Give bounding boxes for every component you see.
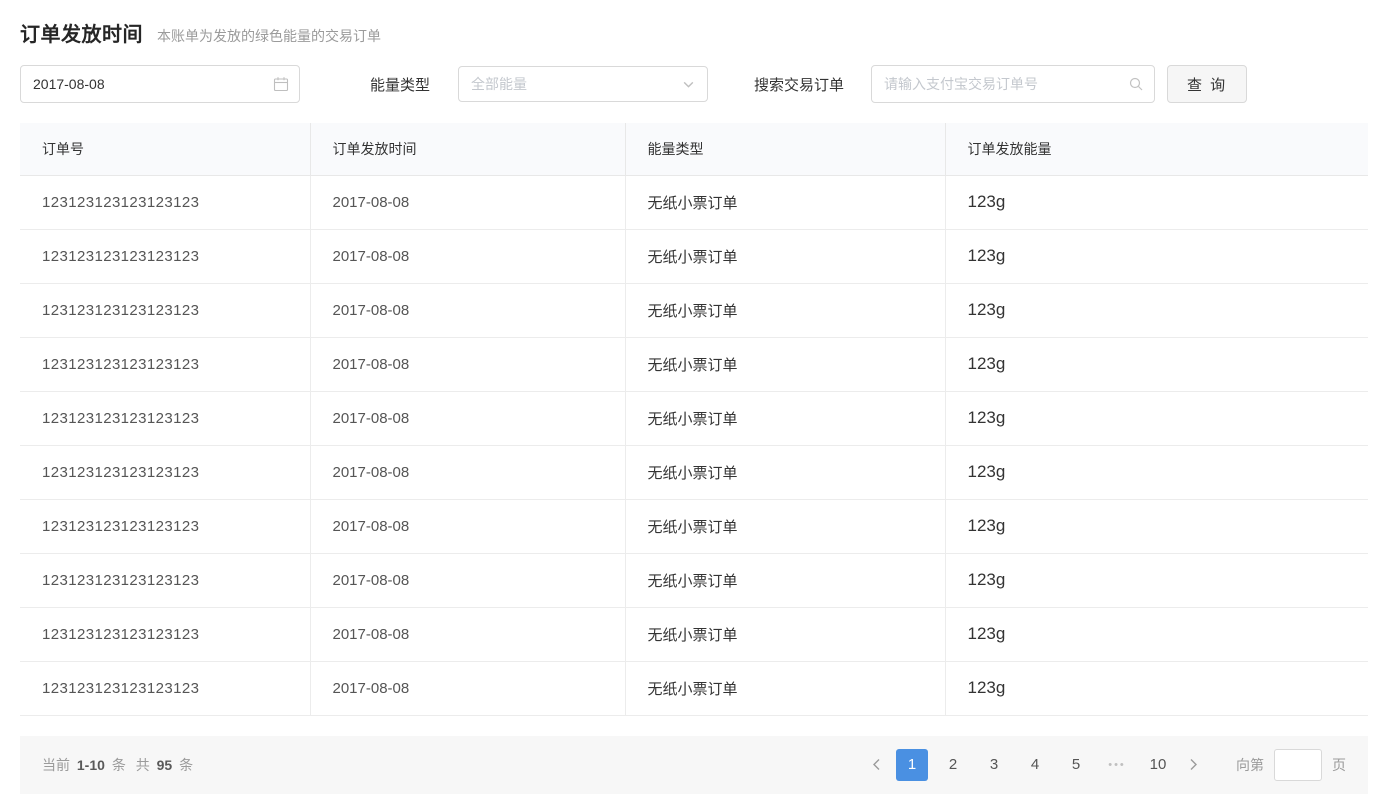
column-header-energy-amount: 订单发放能量 (945, 123, 1368, 176)
cell-order-no: 123123123123123123 (20, 607, 311, 662)
summary-total: 95 (156, 756, 173, 773)
cell-energy-amount: 123g (945, 661, 1368, 716)
cell-order-no: 123123123123123123 (20, 283, 311, 338)
cell-energy-type: 无纸小票订单 (625, 229, 946, 284)
search-label: 搜索交易订单 (754, 76, 845, 94)
cell-issue-time: 2017-08-08 (310, 607, 626, 662)
cell-order-no: 123123123123123123 (20, 175, 311, 230)
cell-order-no: 123123123123123123 (20, 229, 311, 284)
pagination-bar: 当前 1-10 条 共 95 条 1 2 3 4 5 ••• 10 向第 页 (20, 735, 1368, 794)
page-container: 订单发放时间 本账单为发放的绿色能量的交易订单 能量类型 全部能量 (0, 0, 1388, 794)
cell-energy-amount: 123g (945, 337, 1368, 392)
search-field[interactable] (871, 65, 1156, 103)
cell-energy-amount: 123g (945, 391, 1368, 446)
page-header: 订单发放时间 本账单为发放的绿色能量的交易订单 (20, 16, 1368, 65)
cell-issue-time: 2017-08-08 (310, 553, 626, 608)
summary-range: 1-10 (76, 756, 105, 773)
prev-page-icon[interactable] (864, 749, 890, 781)
page-subtitle: 本账单为发放的绿色能量的交易订单 (157, 28, 381, 44)
date-picker[interactable] (20, 65, 300, 103)
cell-order-no: 123123123123123123 (20, 661, 311, 716)
cell-issue-time: 2017-08-08 (310, 499, 626, 554)
cell-energy-type: 无纸小票订单 (625, 499, 946, 554)
cell-order-no: 123123123123123123 (20, 445, 311, 500)
table-row: 123123123123123123 2017-08-08 无纸小票订单 123g (20, 445, 1368, 500)
cell-order-no: 123123123123123123 (20, 499, 311, 554)
cell-issue-time: 2017-08-08 (310, 661, 626, 716)
energy-type-selected-value: 全部能量 (471, 76, 528, 92)
summary-prefix: 当前 (42, 756, 70, 773)
cell-energy-amount: 123g (945, 445, 1368, 500)
column-header-issue-time: 订单发放时间 (310, 123, 626, 176)
cell-energy-type: 无纸小票订单 (625, 337, 946, 392)
pagination-pages: 1 2 3 4 5 ••• 10 (896, 748, 1174, 781)
cell-issue-time: 2017-08-08 (310, 175, 626, 230)
pager: 1 2 3 4 5 ••• 10 向第 页 (858, 748, 1346, 781)
summary-total-unit: 条 (179, 756, 194, 773)
cell-energy-amount: 123g (945, 283, 1368, 338)
cell-issue-time: 2017-08-08 (310, 337, 626, 392)
query-button[interactable]: 查 询 (1167, 65, 1248, 103)
orders-table: 订单号 订单发放时间 能量类型 订单发放能量 12312312312312312… (20, 123, 1368, 716)
search-icon (1128, 76, 1144, 92)
table-row: 123123123123123123 2017-08-08 无纸小票订单 123g (20, 229, 1368, 284)
table-row: 123123123123123123 2017-08-08 无纸小票订单 123g (20, 175, 1368, 230)
next-page-icon[interactable] (1180, 749, 1206, 781)
cell-issue-time: 2017-08-08 (310, 445, 626, 500)
cell-issue-time: 2017-08-08 (310, 391, 626, 446)
pagination-page-10[interactable]: 10 (1142, 749, 1174, 781)
cell-energy-type: 无纸小票订单 (625, 607, 946, 662)
cell-energy-amount: 123g (945, 175, 1368, 230)
cell-order-no: 123123123123123123 (20, 553, 311, 608)
chevron-down-icon (682, 78, 695, 91)
cell-energy-type: 无纸小票订单 (625, 661, 946, 716)
jump-label: 向第 (1236, 756, 1264, 773)
cell-energy-type: 无纸小票订单 (625, 283, 946, 338)
cell-energy-type: 无纸小票订单 (625, 175, 946, 230)
cell-issue-time: 2017-08-08 (310, 229, 626, 284)
pagination-page-5[interactable]: 5 (1060, 749, 1092, 781)
cell-energy-amount: 123g (945, 553, 1368, 608)
page-jump: 向第 页 (1236, 748, 1346, 781)
cell-energy-type: 无纸小票订单 (625, 391, 946, 446)
cell-energy-type: 无纸小票订单 (625, 445, 946, 500)
table-row: 123123123123123123 2017-08-08 无纸小票订单 123g (20, 283, 1368, 338)
calendar-icon[interactable] (273, 76, 289, 92)
table-row: 123123123123123123 2017-08-08 无纸小票订单 123g (20, 391, 1368, 446)
cell-energy-type: 无纸小票订单 (625, 553, 946, 608)
cell-energy-amount: 123g (945, 499, 1368, 554)
pagination-page-3[interactable]: 3 (978, 749, 1010, 781)
summary-range-unit: 条 (111, 756, 126, 773)
cell-energy-amount: 123g (945, 229, 1368, 284)
pagination-summary: 当前 1-10 条 共 95 条 (42, 755, 193, 775)
cell-order-no: 123123123123123123 (20, 337, 311, 392)
table-row: 123123123123123123 2017-08-08 无纸小票订单 123g (20, 337, 1368, 392)
pagination-page-1[interactable]: 1 (896, 748, 928, 781)
energy-type-label: 能量类型 (370, 76, 431, 94)
search-input[interactable] (871, 65, 1156, 103)
table-row: 123123123123123123 2017-08-08 无纸小票订单 123g (20, 661, 1368, 716)
pagination-page-4[interactable]: 4 (1019, 749, 1051, 781)
pagination-ellipsis: ••• (1108, 758, 1126, 771)
energy-type-select[interactable]: 全部能量 (458, 66, 709, 102)
table-row: 123123123123123123 2017-08-08 无纸小票订单 123g (20, 607, 1368, 662)
table-header: 订单号 订单发放时间 能量类型 订单发放能量 (20, 123, 1368, 176)
table-body: 123123123123123123 2017-08-08 无纸小票订单 123g 12… (20, 175, 1368, 716)
cell-issue-time: 2017-08-08 (310, 283, 626, 338)
table-row: 123123123123123123 2017-08-08 无纸小票订单 123g (20, 499, 1368, 554)
filter-bar: 能量类型 全部能量 搜索交易订单 查 询 (20, 65, 1368, 103)
jump-unit: 页 (1332, 756, 1346, 773)
summary-total-prefix: 共 (135, 756, 150, 773)
column-header-order-no: 订单号 (20, 123, 311, 176)
date-input[interactable] (20, 65, 300, 103)
table-row: 123123123123123123 2017-08-08 无纸小票订单 123g (20, 553, 1368, 608)
jump-page-input[interactable] (1274, 748, 1322, 781)
column-header-energy-type: 能量类型 (625, 123, 946, 176)
cell-order-no: 123123123123123123 (20, 391, 311, 446)
page-title: 订单发放时间 (20, 24, 143, 46)
pagination-page-2[interactable]: 2 (937, 749, 969, 781)
cell-energy-amount: 123g (945, 607, 1368, 662)
